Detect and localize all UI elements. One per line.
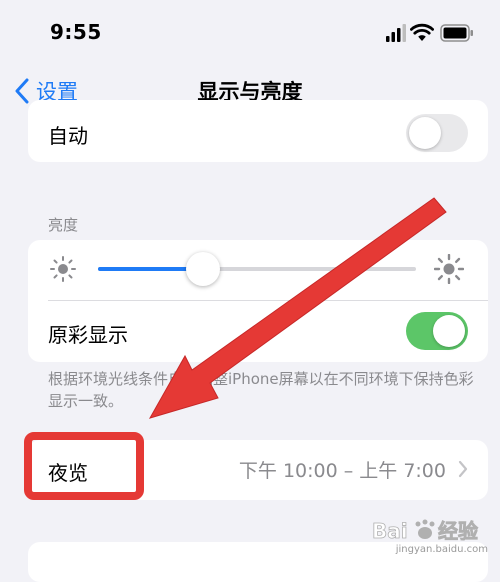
brightness-low-icon [50, 256, 76, 282]
auto-label: 自动 [48, 124, 88, 148]
cellular-signal-icon [386, 24, 406, 42]
true-tone-footnote: 根据环境光线条件自动调整iPhone屏幕以在不同环境下保持色彩显示一致。 [48, 370, 474, 410]
toggle-knob [409, 117, 441, 149]
status-time: 9:55 [50, 20, 102, 44]
brightness-slider[interactable] [98, 252, 416, 286]
true-tone-toggle[interactable] [406, 312, 468, 350]
wifi-icon [410, 23, 434, 41]
night-shift-schedule: 下午 10:00 – 上午 7:00 [238, 460, 446, 482]
chevron-right-icon [458, 460, 468, 478]
auto-group: 自动 [28, 100, 488, 162]
annotation-highlight-box [24, 432, 144, 500]
auto-toggle[interactable] [406, 114, 468, 152]
status-bar: 9:55 [0, 0, 500, 66]
brightness-slider-thumb[interactable] [185, 252, 220, 286]
brightness-row [28, 240, 488, 300]
auto-row: 自动 [28, 100, 488, 162]
watermark-url: jingyan.baidu.com [395, 544, 488, 555]
true-tone-row: 原彩显示 [28, 301, 488, 362]
brightness-section-label: 亮度 [48, 216, 79, 234]
svg-text:Bai: Bai [372, 519, 408, 543]
status-icons [364, 22, 474, 46]
toggle-knob [433, 315, 465, 347]
true-tone-label: 原彩显示 [48, 323, 128, 347]
battery-icon [440, 24, 473, 42]
brightness-group: 原彩显示 [28, 240, 488, 362]
svg-text:经验: 经验 [438, 519, 478, 543]
brightness-high-icon [434, 254, 464, 284]
